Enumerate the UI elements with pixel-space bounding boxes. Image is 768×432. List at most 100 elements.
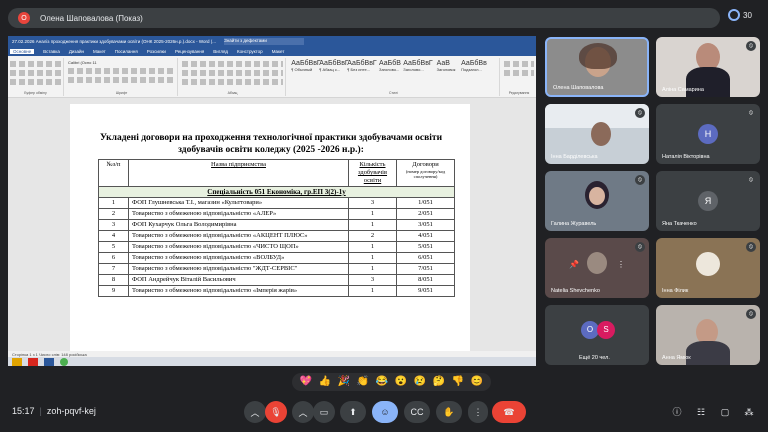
- participant-tile[interactable]: Я ⦸ Яна Ткаченко: [656, 171, 760, 231]
- ribbon-group-paragraph: Абзац: [180, 58, 286, 96]
- reaction-thumbs-down[interactable]: 👎: [450, 375, 466, 389]
- row-contract: 2/051: [396, 208, 455, 220]
- camera-icon: ▭: [319, 406, 329, 417]
- participant-name: Галина Журавель: [551, 221, 597, 227]
- row-company: Товариство з обмеженою відповідальністю …: [128, 285, 349, 297]
- participant-tile[interactable]: ⦸ Аліна Самарина: [656, 37, 760, 97]
- participant-tile[interactable]: ⦸ Інна Барділевська: [545, 104, 649, 164]
- people-list-icon[interactable]: ☷: [694, 405, 708, 419]
- more-vert-icon: ⋮: [473, 406, 483, 417]
- reaction-heart[interactable]: 💖: [298, 375, 314, 389]
- reaction-thumbs-up[interactable]: 👍: [317, 375, 333, 389]
- meeting-details: 15:17 | zoh-pqvf-kej: [12, 406, 96, 416]
- row-contract: 3/051: [396, 219, 455, 231]
- word-tab: Макет: [93, 49, 106, 54]
- table-row: 5 Товариство з обмеженою відповідальністю…: [98, 241, 455, 253]
- leave-call-button[interactable]: ☎: [492, 401, 526, 423]
- row-contract: 5/051: [396, 241, 455, 253]
- participant-name: Анна Ямюк: [662, 355, 691, 361]
- word-ribbon-tabs: Основне Вставка Дизайн Макет Посилання Р…: [8, 47, 536, 56]
- chevron-up-icon: ︿: [298, 407, 308, 418]
- reaction-thinking[interactable]: 🤔: [431, 375, 447, 389]
- row-company: ФОП Кухарчук Ольга Володимирівна: [128, 219, 349, 231]
- reaction-party[interactable]: 🎉: [336, 375, 352, 389]
- info-icon[interactable]: ⓘ: [670, 405, 684, 419]
- present-button[interactable]: ⬆: [340, 401, 366, 423]
- row-num: 2: [98, 208, 129, 220]
- table-row: 4 Товариство з обмеженою відповідальністю…: [98, 230, 455, 242]
- row-contract: 9/051: [396, 285, 455, 297]
- end-call-icon: ☎: [503, 406, 515, 417]
- video-options-button[interactable]: ︿: [292, 401, 314, 423]
- mic-off-icon: ⦸: [635, 242, 645, 252]
- row-company: Товариство з обмеженою відповідальністю …: [128, 263, 349, 275]
- word-tab: Дизайн: [68, 49, 84, 54]
- word-tab: Рецензування: [174, 49, 205, 54]
- people-count-button[interactable]: 30: [728, 9, 752, 21]
- participant-tile[interactable]: ⦸ Галина Журавель: [545, 171, 649, 231]
- document-title: Укладені договори на проходження техноло…: [99, 133, 443, 155]
- word-doc-title: 27.02.2026 Аналіз проходження практики з…: [12, 39, 217, 44]
- table-row: 8 ФОП Андрейчук Віталій Васильович 3 8/051: [98, 274, 455, 286]
- row-num: 6: [98, 252, 129, 264]
- others-tile[interactable]: O S Ещё 20 чел.: [545, 305, 649, 365]
- row-contract: 1/051: [396, 197, 455, 209]
- participant-tile[interactable]: Олена Шаповалова: [545, 37, 649, 97]
- more-options-icon[interactable]: ⋮: [617, 260, 625, 269]
- folder-icon: [12, 357, 22, 366]
- participant-tile[interactable]: ⦸ Анна Ямюк: [656, 305, 760, 365]
- col-header-num: №з/п: [98, 159, 129, 187]
- participant-name: Яна Ткаченко: [662, 221, 697, 227]
- ribbon-group-editing: Редагування: [502, 58, 536, 96]
- word-tab: Вигляд: [213, 49, 229, 54]
- row-count: 1: [348, 285, 397, 297]
- row-num: 8: [98, 274, 129, 286]
- activities-icon[interactable]: ⁂: [742, 405, 756, 419]
- document-page: Укладені договори на проходження техноло…: [70, 104, 470, 364]
- row-count: 1: [348, 219, 397, 231]
- pin-icon[interactable]: 📌: [569, 260, 579, 269]
- style-item: АаБбВвГ ¶ Без инте...: [347, 60, 377, 72]
- participant-tile[interactable]: 📌 ⋮ ⦸ Natelia Shevchenko: [545, 238, 649, 298]
- participant-name: Наталія Вікторівна: [662, 154, 710, 160]
- reaction-laugh[interactable]: 😂: [374, 375, 390, 389]
- participant-name: Олена Шаповалова: [553, 85, 604, 91]
- raise-hand-button[interactable]: ✋: [436, 401, 462, 423]
- captions-button[interactable]: CC: [404, 401, 430, 423]
- style-item: АаБбВвГ ¶ Обычный: [291, 60, 321, 72]
- col-header-contract: Договори (номер договору/код сполучення): [396, 159, 455, 187]
- chat-icon[interactable]: ▢: [718, 405, 732, 419]
- table-row: 6 Товариство з обмеженою відповідальністю…: [98, 252, 455, 264]
- reaction-surprised[interactable]: 😮: [393, 375, 409, 389]
- hand-icon: ✋: [443, 406, 455, 417]
- row-count: 1: [348, 241, 397, 253]
- reaction-more[interactable]: 😊: [469, 375, 485, 389]
- row-company: Товариство з обмеженою відповідальністю …: [128, 252, 349, 264]
- camera-button[interactable]: ▭: [313, 401, 335, 423]
- reaction-clap[interactable]: 👏: [355, 375, 371, 389]
- word-tab: Макет: [271, 49, 285, 54]
- participant-name: Аліна Самарина: [662, 87, 704, 93]
- mic-off-icon: ⦸: [635, 175, 645, 185]
- participant-tile[interactable]: ⦸ Інна Філик: [656, 238, 760, 298]
- presentation-banner[interactable]: O Олена Шаповалова (Показ): [8, 8, 720, 28]
- avatar: Я: [698, 191, 718, 211]
- audio-options-button[interactable]: ︿: [244, 401, 266, 423]
- reactions-button[interactable]: ☺: [372, 401, 398, 423]
- people-icon: [728, 9, 740, 21]
- word-tab: Конструктор: [237, 49, 263, 54]
- table-row: 7 Товариство з обмеженою відповідальністю…: [98, 263, 455, 275]
- col-header-name: Назва підприємства: [128, 159, 349, 187]
- more-options-button[interactable]: ⋮: [468, 401, 488, 423]
- reaction-sad[interactable]: 😢: [412, 375, 428, 389]
- mic-button[interactable]: 🎙: [265, 401, 287, 423]
- word-tab: Основне: [10, 49, 35, 54]
- table-row: 9 Товариство з обмеженою відповідальністю…: [98, 285, 455, 297]
- row-company: Товариство з обмеженою відповідальністю …: [128, 230, 349, 242]
- windows-taskbar: [8, 357, 536, 366]
- participant-tile[interactable]: Н ⦸ Наталія Вікторівна: [656, 104, 760, 164]
- presenter-label: Олена Шаповалова (Показ): [40, 13, 143, 23]
- styles-gallery: АаБбВвГ ¶ Обычный АаБбВвГ ¶ Абзац с... АаБ…: [291, 60, 487, 86]
- presenter-avatar: O: [18, 12, 30, 24]
- table-row: 2 Товариство з обмеженою відповідальністю…: [98, 208, 455, 220]
